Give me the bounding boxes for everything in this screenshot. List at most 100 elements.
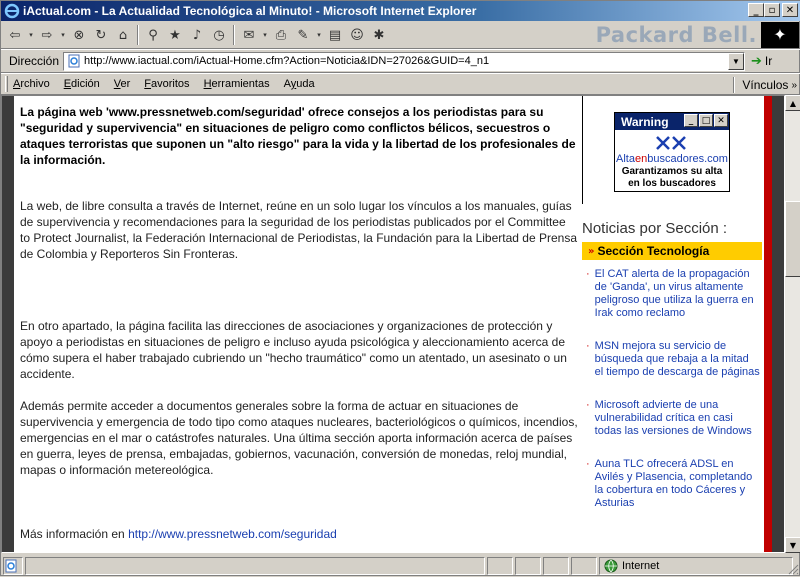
address-bar: Dirección ▼ ➔ Ir xyxy=(1,49,800,73)
scroll-thumb[interactable] xyxy=(785,201,800,277)
status-bar: Internet xyxy=(1,555,800,577)
messenger-icon[interactable]: ☺ xyxy=(347,25,367,45)
standard-toolbar: ⇦ ▾ ⇨ ▾ ⊗ ↻ ⌂ ⚲ ★ ♪ ◷ ✉ ▾ ⎙ ✎ ▾ ▤ ☺ ✱ Pa… xyxy=(1,21,800,49)
address-field[interactable]: ▼ xyxy=(63,51,746,71)
ad-minimize-icon: _ xyxy=(684,114,698,127)
article-paragraph: En otro apartado, la página facilita las… xyxy=(20,319,567,381)
home-icon[interactable]: ⌂ xyxy=(113,25,133,45)
media-icon[interactable]: ♪ xyxy=(187,25,207,45)
globe-icon xyxy=(604,559,618,573)
discuss-icon[interactable]: ▤ xyxy=(325,25,345,45)
menu-ayuda[interactable]: Ayuda xyxy=(284,78,315,90)
article-body: La página web 'www.pressnetweb.com/segur… xyxy=(20,96,578,542)
chevron-right-icon: » xyxy=(791,79,797,91)
article-paragraph: La web, de libre consulta a través de In… xyxy=(20,199,577,261)
tool-icon[interactable]: ✱ xyxy=(369,25,389,45)
vertical-scrollbar[interactable]: ▲ ▼ xyxy=(785,95,800,553)
back-icon[interactable]: ⇦ xyxy=(5,25,25,45)
search-icon[interactable]: ⚲ xyxy=(143,25,163,45)
stop-icon[interactable]: ⊗ xyxy=(69,25,89,45)
minimize-button[interactable]: _ xyxy=(748,3,764,17)
go-button[interactable]: ➔ Ir xyxy=(751,54,772,69)
address-dropdown-icon[interactable]: ▼ xyxy=(728,52,745,70)
toolbar-separator xyxy=(233,25,235,45)
right-sidebar: Warning _ □ ✕ Altaenbuscadores.com Garan… xyxy=(582,96,762,552)
ie-logo-icon xyxy=(4,3,20,19)
ad-text: Garantizamos su alta en los buscadores xyxy=(621,166,723,189)
maximize-button[interactable]: ▫ xyxy=(764,3,780,17)
links-toolbar[interactable]: Vínculos » xyxy=(733,77,797,93)
status-cell xyxy=(571,557,597,575)
bullet-icon: · xyxy=(586,399,590,411)
menu-favoritos[interactable]: Favoritos xyxy=(144,78,189,90)
zone-label: Internet xyxy=(622,560,660,572)
double-arrow-icon: » xyxy=(588,245,595,257)
page-viewport: La página web 'www.pressnetweb.com/segur… xyxy=(1,95,785,553)
forward-dropdown-icon[interactable]: ▾ xyxy=(59,25,67,45)
menu-archivo[interactable]: Archivo xyxy=(13,78,50,90)
back-dropdown-icon[interactable]: ▾ xyxy=(27,25,35,45)
print-icon[interactable]: ⎙ xyxy=(271,25,291,45)
links-label: Vínculos xyxy=(742,78,789,92)
status-page-icon xyxy=(3,557,23,575)
scroll-up-icon[interactable]: ▲ xyxy=(785,95,800,111)
more-info: Más información en http://www.pressnetwe… xyxy=(20,526,578,542)
menu-ver[interactable]: Ver xyxy=(114,78,131,90)
address-label: Dirección xyxy=(9,54,60,68)
sections-heading: Noticias por Sección : xyxy=(582,220,728,237)
bullet-icon: · xyxy=(586,268,590,280)
ad-close-icon: ✕ xyxy=(714,114,728,127)
left-border-strip xyxy=(2,96,14,552)
article-paragraph: Además permite acceder a documentos gene… xyxy=(20,399,578,477)
bullet-icon: · xyxy=(586,458,590,470)
news-link[interactable]: · El CAT alerta de la propagación de 'Gan… xyxy=(586,268,760,320)
go-arrow-icon: ➔ xyxy=(751,53,762,69)
browser-window: iActual.com - La Actualidad Tecnológica … xyxy=(0,0,800,576)
mail-icon[interactable]: ✉ xyxy=(239,25,259,45)
close-button[interactable]: ✕ xyxy=(782,3,798,17)
menu-grip xyxy=(5,76,8,92)
more-info-label: Más información en xyxy=(20,527,125,541)
title-bar[interactable]: iActual.com - La Actualidad Tecnológica … xyxy=(1,1,800,21)
status-cell xyxy=(543,557,569,575)
toolbar-separator xyxy=(137,25,139,45)
ad-title-bar: Warning _ □ ✕ xyxy=(615,113,729,130)
resize-grip-icon[interactable] xyxy=(787,563,799,575)
ad-banner[interactable]: Warning _ □ ✕ Altaenbuscadores.com Garan… xyxy=(614,112,730,192)
news-link[interactable]: · MSN mejora su servicio de búsqueda que … xyxy=(586,340,760,379)
section-technology-bar[interactable]: » Sección Tecnología xyxy=(582,242,762,260)
window-controls: _ ▫ ✕ xyxy=(748,3,798,17)
mail-dropdown-icon[interactable]: ▾ xyxy=(261,25,269,45)
menu-bar: Archivo Edición Ver Favoritos Herramient… xyxy=(1,73,800,95)
scroll-down-icon[interactable]: ▼ xyxy=(785,537,800,553)
right-border-strip xyxy=(772,96,784,552)
right-red-strip xyxy=(764,96,772,552)
status-cell xyxy=(515,557,541,575)
windows-logo-icon: ✦ xyxy=(761,22,799,48)
status-text xyxy=(25,557,485,575)
refresh-icon[interactable]: ↻ xyxy=(91,25,111,45)
oem-brand: Packard Bell. xyxy=(595,23,757,47)
page-icon xyxy=(68,54,80,68)
search-engine-logo-icon xyxy=(615,134,729,152)
edit-icon[interactable]: ✎ xyxy=(293,25,313,45)
status-cell xyxy=(487,557,513,575)
more-info-link[interactable]: http://www.pressnetweb.com/seguridad xyxy=(128,527,337,541)
window-title: iActual.com - La Actualidad Tecnológica … xyxy=(23,4,477,18)
ad-maximize-icon: □ xyxy=(699,114,713,127)
menu-herramientas[interactable]: Herramientas xyxy=(204,78,270,90)
article-lead: La página web 'www.pressnetweb.com/segur… xyxy=(20,105,576,167)
news-list: · El CAT alerta de la propagación de 'Gan… xyxy=(586,268,760,530)
section-title: Sección Tecnología xyxy=(597,244,710,258)
news-link[interactable]: · Auna TLC ofrecerá ADSL en Avilés y Plas… xyxy=(586,458,760,510)
security-zone: Internet xyxy=(599,557,793,575)
forward-icon[interactable]: ⇨ xyxy=(37,25,57,45)
favorites-icon[interactable]: ★ xyxy=(165,25,185,45)
address-input[interactable] xyxy=(84,55,725,67)
edit-dropdown-icon[interactable]: ▾ xyxy=(315,25,323,45)
history-icon[interactable]: ◷ xyxy=(209,25,229,45)
go-label: Ir xyxy=(764,54,773,68)
bullet-icon: · xyxy=(586,340,590,352)
menu-edicion[interactable]: Edición xyxy=(64,78,100,90)
news-link[interactable]: · Microsoft advierte de una vulnerabilida… xyxy=(586,399,760,438)
